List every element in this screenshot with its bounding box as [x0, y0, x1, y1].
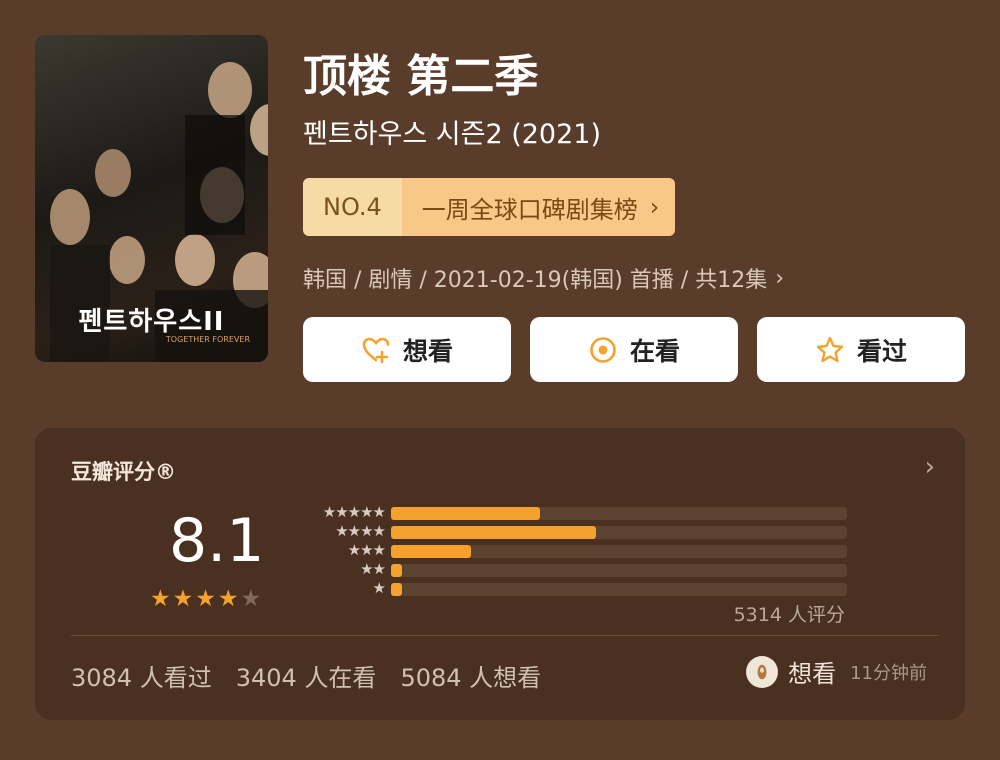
show-original-title: 펜트하우스 시즌2 (2021) — [303, 119, 602, 150]
want-button-label: 想看 — [402, 336, 453, 366]
distribution-row: ★★★★ — [295, 522, 855, 541]
distribution-bar — [391, 507, 540, 520]
rank-badge[interactable]: NO.4 一周全球口碑剧集榜 › — [303, 178, 676, 236]
rating-label: 豆瓣评分® — [71, 460, 176, 484]
avatar — [746, 655, 779, 688]
distribution-star-label: ★★★ — [347, 541, 386, 559]
rank-list-name: 一周全球口碑剧集榜 › — [401, 178, 676, 236]
rating-star-icon: ★ — [195, 586, 216, 612]
watched-button-label: 看过 — [856, 336, 907, 366]
distribution-row: ★★ — [295, 560, 855, 579]
distribution-track — [391, 583, 847, 596]
chevron-right-icon: › — [649, 193, 660, 221]
distribution-star-label: ★★★★ — [335, 522, 386, 540]
distribution-row: ★★★ — [295, 541, 855, 560]
show-meta-text: 韩国 / 剧情 / 2021-02-19(韩国) 首播 / 共12集 — [303, 268, 768, 293]
distribution-bar — [391, 526, 596, 539]
distribution-star-label: ★★ — [360, 560, 386, 578]
target-icon — [590, 336, 616, 363]
poster-tagline: TOGETHER FOREVER — [165, 335, 250, 344]
recent-activity[interactable]: 想看 11分钟前 — [746, 654, 927, 689]
distribution-row: ★★★★★ — [295, 503, 855, 522]
watched-button[interactable]: 看过 — [757, 317, 965, 382]
rank-list-label: 一周全球口碑剧集榜 — [421, 195, 638, 224]
chevron-right-icon: › — [775, 265, 785, 291]
distribution-bar — [391, 564, 402, 577]
distribution-row: ★ — [295, 579, 855, 598]
watching-button-label: 在看 — [629, 336, 680, 366]
want-button[interactable]: 想看 — [303, 317, 511, 382]
rating-count: 5314 人评分 — [733, 604, 845, 626]
rank-number: NO.4 — [303, 178, 402, 236]
show-meta[interactable]: 韩国 / 剧情 / 2021-02-19(韩国) 首播 / 共12集 › — [303, 262, 784, 294]
rating-star-icon: ★ — [150, 586, 171, 612]
rating-stars: ★ ★ ★ ★ ★ — [150, 586, 261, 612]
rating-star-icon: ★ — [217, 586, 239, 612]
rating-score: 8.1 — [169, 506, 265, 576]
distribution-star-label: ★ — [372, 579, 386, 597]
watching-button[interactable]: 在看 — [530, 317, 738, 382]
poster-image[interactable]: 펜트하우스II TOGETHER FOREVER — [35, 35, 268, 362]
rating-card[interactable]: 豆瓣评分® › 8.1 ★ ★ ★ ★ ★ ★★★★★ ★★★★ ★★★ ★★ ★ 5314 人… — [35, 428, 965, 720]
activity-time: 11分钟前 — [850, 662, 927, 684]
user-avatar-icon — [757, 664, 767, 679]
activity-action: 想看 — [788, 660, 837, 688]
chevron-right-icon[interactable]: › — [925, 452, 935, 482]
audience-stats: 3084 人看过 3404 人在看 5084 人想看 — [71, 658, 541, 693]
watched-count[interactable]: 3084 人看过 — [71, 658, 212, 693]
distribution-bar — [391, 545, 471, 558]
poster-title: 펜트하우스II — [78, 307, 225, 337]
distribution-star-label: ★★★★★ — [322, 503, 386, 521]
star-outline-icon — [816, 336, 844, 362]
want-count[interactable]: 5084 人想看 — [400, 658, 541, 693]
divider — [71, 635, 939, 636]
rating-star-icon: ★ — [172, 586, 194, 612]
rating-star-icon: ★ — [240, 586, 262, 612]
show-title: 顶楼 第二季 — [303, 51, 539, 102]
watching-count[interactable]: 3404 人在看 — [236, 658, 377, 693]
distribution-track — [391, 564, 847, 577]
distribution-bar — [391, 583, 402, 596]
heart-plus-icon — [362, 337, 390, 363]
